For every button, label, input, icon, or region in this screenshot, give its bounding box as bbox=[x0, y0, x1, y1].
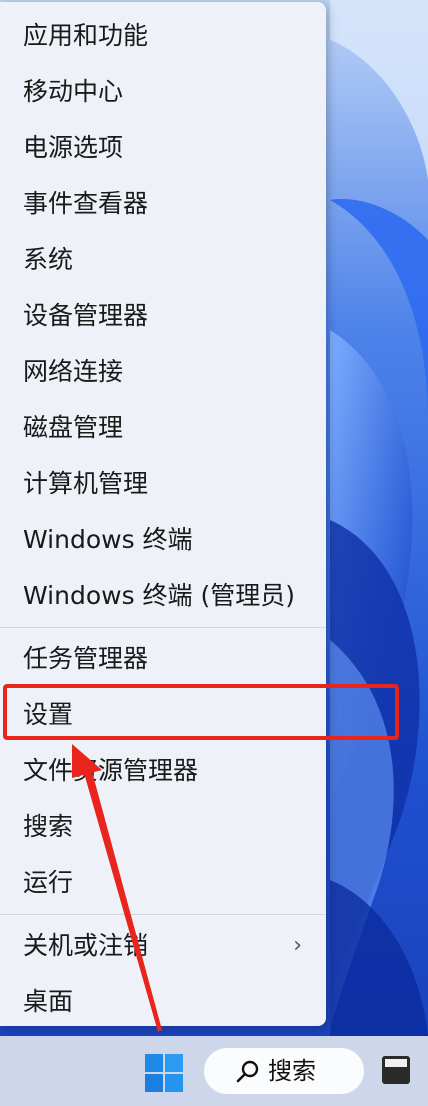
winx-context-menu: 应用和功能 移动中心 电源选项 事件查看器 系统 设备管理器 网络连接 磁盘管理… bbox=[0, 2, 326, 1026]
menu-item-shutdown-signout[interactable]: 关机或注销 › bbox=[0, 918, 326, 974]
menu-item-disk-management[interactable]: 磁盘管理 bbox=[0, 400, 326, 456]
taskbar: 搜索 bbox=[0, 1036, 428, 1106]
menu-item-system[interactable]: 系统 bbox=[0, 232, 326, 288]
menu-item-power-options[interactable]: 电源选项 bbox=[0, 120, 326, 176]
windows-logo-icon[interactable] bbox=[142, 1051, 186, 1095]
menu-item-run[interactable]: 运行 bbox=[0, 855, 326, 911]
menu-separator bbox=[0, 914, 326, 915]
menu-item-task-manager[interactable]: 任务管理器 bbox=[0, 631, 326, 687]
taskbar-app-icon[interactable] bbox=[382, 1056, 410, 1084]
menu-item-settings[interactable]: 设置 bbox=[0, 687, 326, 743]
search-label: 搜索 bbox=[268, 1057, 316, 1085]
menu-item-file-explorer[interactable]: 文件资源管理器 bbox=[0, 743, 326, 799]
menu-item-label: 关机或注销 bbox=[23, 931, 149, 960]
menu-item-mobility-center[interactable]: 移动中心 bbox=[0, 64, 326, 120]
chevron-right-icon: › bbox=[293, 933, 302, 958]
menu-item-device-manager[interactable]: 设备管理器 bbox=[0, 288, 326, 344]
menu-item-network-connections[interactable]: 网络连接 bbox=[0, 344, 326, 400]
menu-item-computer-management[interactable]: 计算机管理 bbox=[0, 456, 326, 512]
taskbar-search-box[interactable]: 搜索 bbox=[204, 1048, 364, 1094]
menu-separator bbox=[0, 627, 326, 628]
menu-item-windows-terminal-admin[interactable]: Windows 终端 (管理员) bbox=[0, 568, 326, 624]
menu-item-desktop[interactable]: 桌面 bbox=[0, 974, 326, 1030]
menu-item-event-viewer[interactable]: 事件查看器 bbox=[0, 176, 326, 232]
menu-item-windows-terminal[interactable]: Windows 终端 bbox=[0, 512, 326, 568]
menu-item-apps-features[interactable]: 应用和功能 bbox=[0, 8, 326, 64]
search-icon bbox=[236, 1060, 259, 1083]
desktop-screen: 应用和功能 移动中心 电源选项 事件查看器 系统 设备管理器 网络连接 磁盘管理… bbox=[0, 0, 428, 1106]
menu-item-search[interactable]: 搜索 bbox=[0, 799, 326, 855]
